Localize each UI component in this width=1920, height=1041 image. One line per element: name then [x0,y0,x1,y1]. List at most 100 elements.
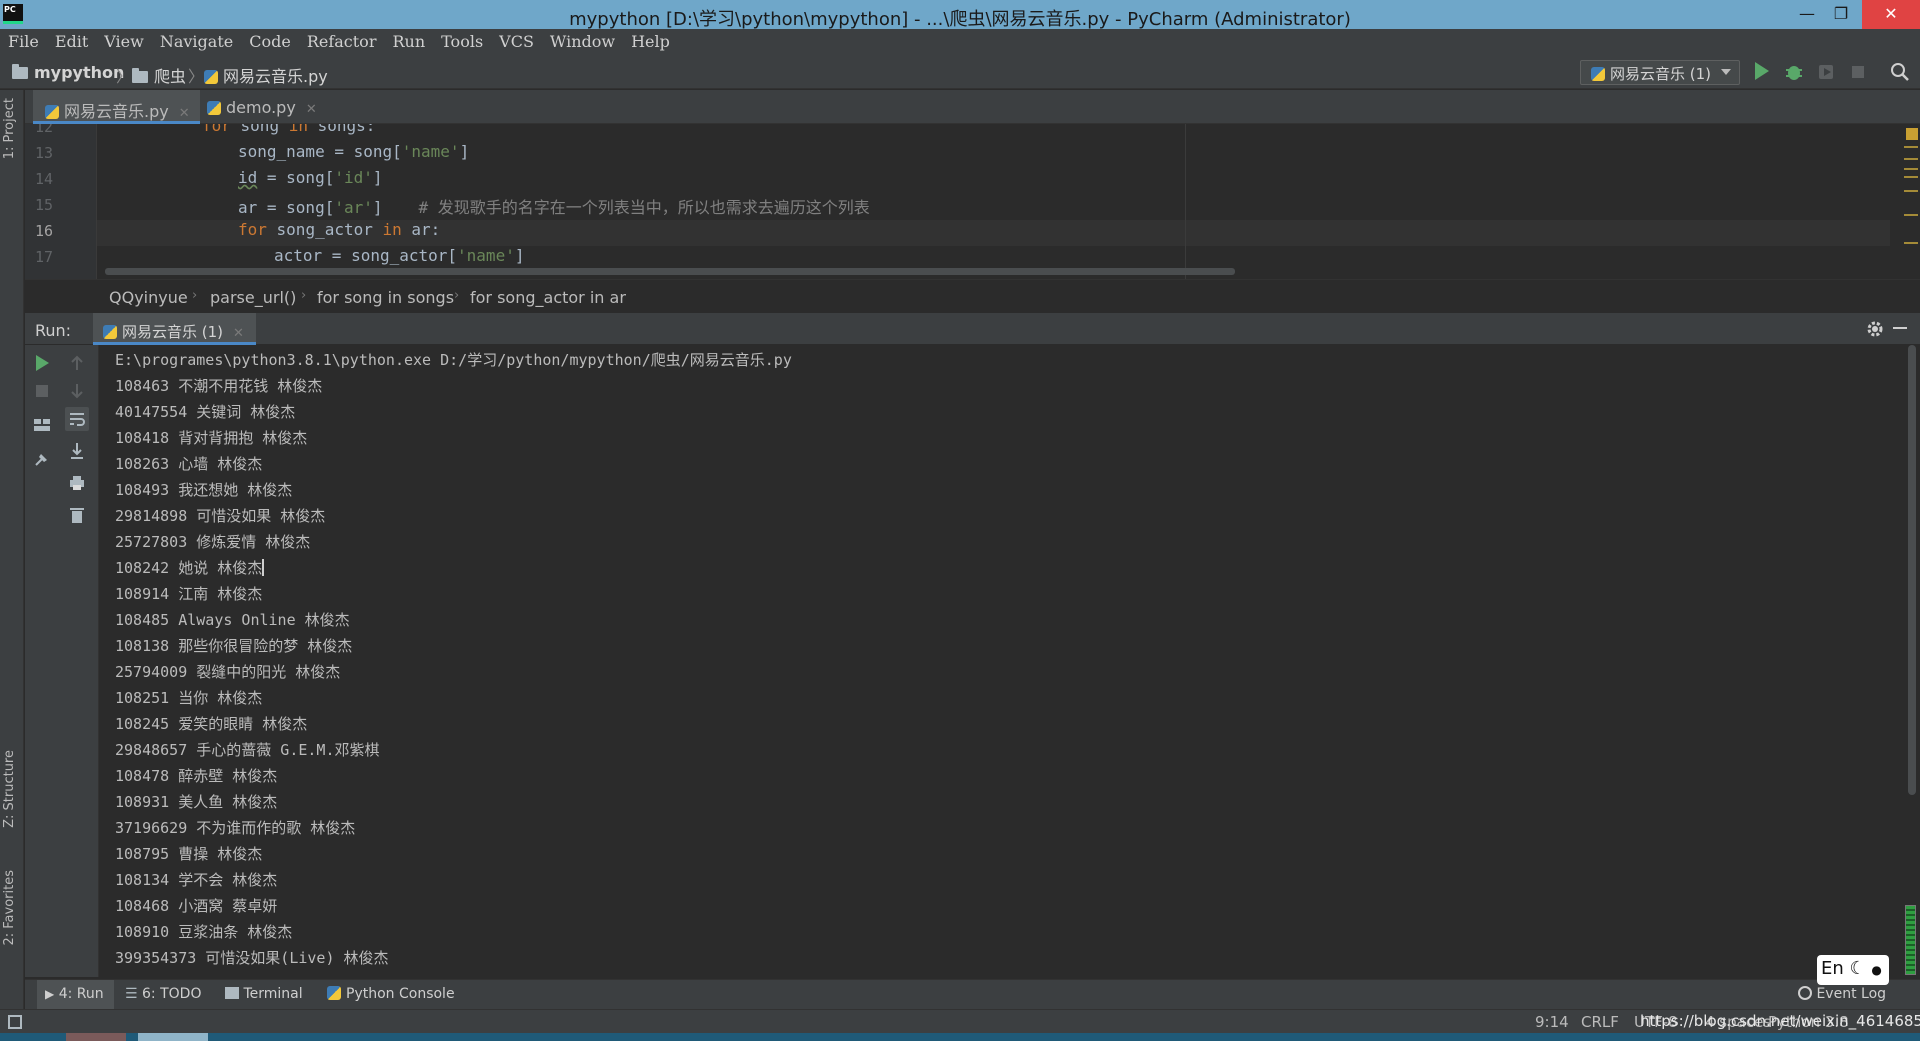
text-cursor [262,559,265,576]
tab-demo[interactable]: demo.py ✕ [195,90,327,124]
project-tool-button[interactable]: 1: Project [2,98,17,159]
window-title: mypython [D:\学习\python\mypython] - ...\爬… [569,9,1351,30]
menu-edit[interactable]: Edit [47,29,96,51]
nav-file[interactable]: 网易云音乐.py [204,63,328,87]
console-line: 108795 曹操 林俊杰 [115,845,263,863]
play-icon: ▶ [45,987,55,1001]
event-log-button[interactable]: Event Log [1798,986,1886,1002]
caret-position[interactable]: 9:14 [1535,1013,1569,1031]
breadcrumb-item[interactable]: for song in songs [317,288,454,307]
menu-view[interactable]: View [96,29,152,51]
breadcrumb-item[interactable]: parse_url() [210,288,296,307]
minimize-panel-icon[interactable] [1893,327,1907,329]
console-line: 108138 那些你很冒险的梦 林俊杰 [115,637,353,655]
tool-tab-run[interactable]: ▶ 4: Run [37,980,114,1010]
menu-window[interactable]: Window [542,29,623,51]
line-number: 12 [34,124,53,136]
run-tab[interactable]: 网易云音乐 (1) ✕ [93,313,256,345]
run-configuration-select[interactable]: 网易云音乐 (1) [1580,60,1740,85]
code-line-15: ar = song['ar'] # 发现歌手的名字在一个列表当中，所以也需求去遍历… [238,198,870,217]
menu-run[interactable]: Run [384,29,433,51]
menu-vcs[interactable]: VCS [491,29,542,51]
scroll-down-button[interactable] [67,381,87,401]
warning-mark[interactable] [1904,168,1918,170]
code-line-13: song_name = song['name'] [238,142,470,161]
warning-icon[interactable] [1906,128,1918,140]
console-line: 25794009 裂缝中的阳光 林俊杰 [115,663,341,681]
python-file-icon [204,70,218,84]
close-tab-icon[interactable]: ✕ [179,106,190,121]
nav-folder[interactable]: 爬虫 [132,63,186,87]
settings-button[interactable] [1865,319,1885,339]
memory-indicator[interactable] [1905,905,1916,975]
folder-icon [132,68,148,83]
tool-tab-python-console[interactable]: Python Console [327,986,455,1002]
stop-icon [1852,66,1864,78]
taskbar-item-active[interactable] [138,1033,208,1041]
horizontal-scrollbar[interactable] [105,268,1235,275]
console-line: 108418 背对背拥抱 林俊杰 [115,429,308,447]
warning-mark[interactable] [1904,176,1918,178]
tool-tab-todo[interactable]: ☰ 6: TODO [125,986,201,1002]
breadcrumb-separator: › [301,288,307,303]
breadcrumb-item[interactable]: for song_actor in ar [470,288,626,307]
tab-wangyiyun[interactable]: 网易云音乐.py ✕ [33,90,200,124]
coverage-icon [1819,65,1833,79]
menu-tools[interactable]: Tools [433,29,491,51]
warning-mark[interactable] [1904,146,1918,148]
restore-button[interactable]: ❐ [1818,0,1864,29]
rerun-button[interactable] [32,353,52,373]
run-with-coverage-button[interactable] [1816,62,1836,82]
stop-run-button[interactable] [32,381,52,401]
folder-icon [12,64,28,79]
console-vertical-scrollbar[interactable] [1908,345,1916,795]
stop-button[interactable] [1848,62,1868,82]
menu-code[interactable]: Code [241,29,299,51]
debug-button[interactable] [1784,62,1804,82]
warning-mark[interactable] [1904,158,1918,160]
search-everywhere-button[interactable] [1890,62,1910,82]
pin-tab-button[interactable] [32,449,52,469]
breadcrumb-item[interactable]: QQyinyue [109,288,188,307]
python-file-icon [207,101,221,115]
ime-indicator[interactable]: En ☾ ● [1817,955,1889,985]
speech-bubble-icon [1798,986,1812,1000]
console-line: 29814898 可惜没如果 林俊杰 [115,507,326,525]
toggle-tool-windows-icon[interactable] [8,1015,22,1029]
error-stripe[interactable] [1902,124,1920,279]
code-line-12: for song in songs: [202,124,376,135]
taskbar-item[interactable] [66,1033,126,1041]
warning-mark[interactable] [1904,214,1918,216]
run-button[interactable] [1755,62,1775,82]
console-line: 399354373 可惜没如果(Live) 林俊杰 [115,949,389,967]
menu-refactor[interactable]: Refactor [299,29,385,51]
restore-layout-button[interactable] [32,415,52,435]
tool-tab-terminal[interactable]: Terminal [225,986,303,1002]
close-tab-icon[interactable]: ✕ [306,102,317,117]
line-separator[interactable]: CRLF [1581,1013,1619,1031]
nav-project[interactable]: mypython [12,63,124,82]
structure-tool-button[interactable]: Z: Structure [2,750,17,828]
print-button[interactable] [67,473,87,493]
scroll-to-end-button[interactable] [67,441,87,461]
arrow-down-icon [71,384,83,399]
editor-tabs: 网易云音乐.py ✕ demo.py ✕ [25,90,1920,124]
close-button[interactable]: ✕ [1862,0,1920,29]
scroll-up-button[interactable] [67,353,87,373]
clear-all-button[interactable] [67,505,87,525]
run-console[interactable]: E:\programes\python3.8.1\python.exe D:/学… [100,345,1902,977]
menu-file[interactable]: File [0,29,47,51]
menu-navigate[interactable]: Navigate [152,29,241,51]
breadcrumb-separator: › [454,288,460,303]
menu-help[interactable]: Help [623,29,678,51]
title-bar: PC mypython [D:\学习\python\mypython] - ..… [0,0,1920,30]
warning-mark[interactable] [1904,190,1918,192]
close-tab-icon[interactable]: ✕ [233,326,244,341]
warning-mark[interactable] [1904,242,1918,244]
code-editor[interactable]: 12 13 14 15 16 17 for song in songs: son… [25,124,1920,279]
line-number: 13 [34,144,53,162]
favorites-tool-button[interactable]: 2: Favorites [2,870,17,946]
console-line: 108493 我还想她 林俊杰 [115,481,293,499]
navigation-bar: mypython 〉 爬虫 〉 网易云音乐.py 网易云音乐 (1) [0,56,1920,89]
soft-wrap-button[interactable] [65,407,89,431]
